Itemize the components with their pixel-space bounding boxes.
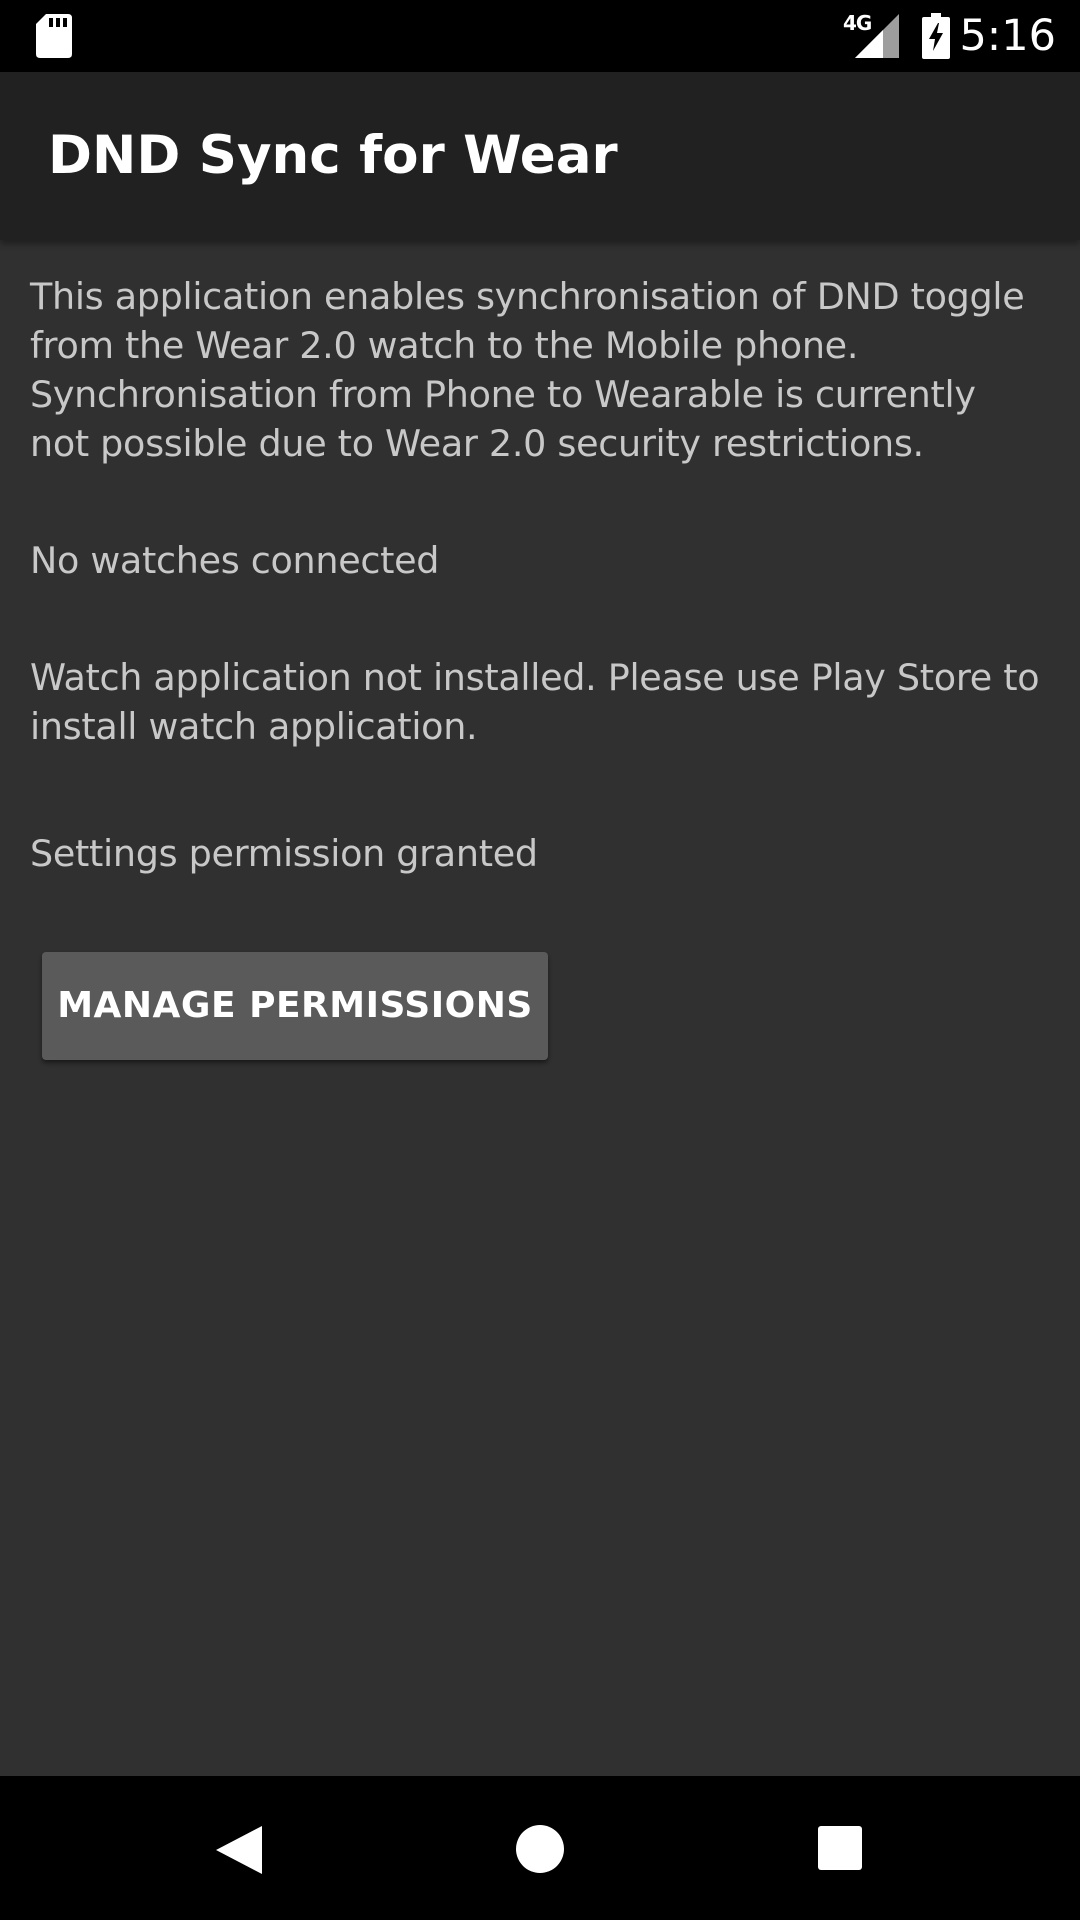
install-status-text: Watch application not installed. Please … <box>30 656 1040 748</box>
status-bar: 4G 5:16 <box>0 0 1080 72</box>
watches-status-text: No watches connected <box>30 539 440 582</box>
sd-card-icon <box>36 14 72 58</box>
status-clock: 5:16 <box>959 11 1056 61</box>
back-icon[interactable] <box>216 1826 262 1874</box>
manage-permissions-button[interactable]: MANAGE PERMISSIONS <box>42 952 548 1060</box>
battery-charging-icon <box>922 13 950 59</box>
home-icon[interactable] <box>516 1825 564 1873</box>
app-bar: DND Sync for Wear <box>0 72 1080 240</box>
app-title: DND Sync for Wear <box>48 125 618 186</box>
recents-icon[interactable] <box>818 1826 862 1870</box>
screen: 4G 5:16 DND Sync for Wear This applicati… <box>0 0 1080 1920</box>
settings-permission-text: Settings permission granted <box>30 832 538 875</box>
description-text: This application enables synchronisation… <box>30 275 1025 465</box>
cellular-signal-icon <box>855 14 899 58</box>
